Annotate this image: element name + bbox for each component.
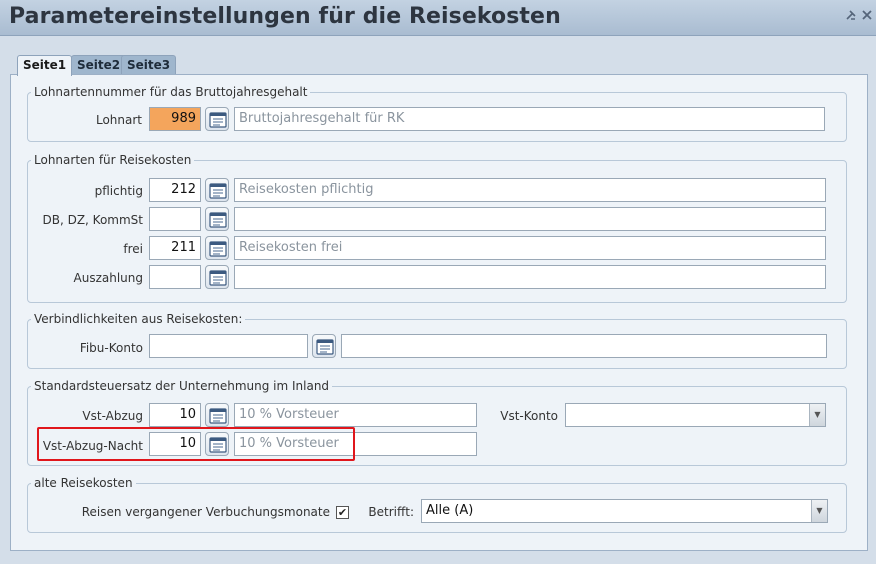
fibu-konto-description[interactable] xyxy=(341,334,827,358)
frei-input[interactable]: 211 xyxy=(149,236,201,260)
vst-abzug-input[interactable]: 10 xyxy=(149,403,201,427)
fibu-konto-label: Fibu-Konto xyxy=(79,341,143,355)
auszahlung-description[interactable] xyxy=(234,265,826,289)
alte-reisekosten-legend: alte Reisekosten xyxy=(31,476,136,490)
highlight-box xyxy=(37,427,355,461)
vergangene-monate-checkbox[interactable]: ✔ xyxy=(336,506,349,519)
reisekosten-legend: Lohnarten für Reisekosten xyxy=(31,153,195,167)
auszahlung-picker-button[interactable] xyxy=(205,265,229,289)
betrifft-label: Betrifft: xyxy=(368,505,414,519)
chevron-down-icon[interactable]: ▼ xyxy=(809,404,825,426)
verbindlichkeiten-legend: Verbindlichkeiten aus Reisekosten: xyxy=(31,312,246,326)
close-icon[interactable] xyxy=(860,8,874,24)
lohnart-input[interactable]: 989 xyxy=(149,107,201,131)
pin-icon[interactable] xyxy=(844,8,858,24)
brutto-legend: Lohnartennummer für das Bruttojahresgeha… xyxy=(31,85,311,99)
vst-abzug-label: Vst-Abzug xyxy=(82,409,143,423)
fibu-konto-picker-button[interactable] xyxy=(312,334,336,358)
vst-konto-select[interactable] xyxy=(565,403,826,427)
auszahlung-label: Auszahlung xyxy=(73,271,144,285)
db-dz-kommst-label: DB, DZ, KommSt xyxy=(42,213,143,227)
pflichtig-picker-button[interactable] xyxy=(205,178,229,202)
window-title: Parametereinstellungen für die Reisekost… xyxy=(9,4,561,29)
lohnart-label: Lohnart xyxy=(95,113,142,127)
vst-abzug-picker-button[interactable] xyxy=(205,403,229,427)
steuersatz-legend: Standardsteuersatz der Unternehmung im I… xyxy=(31,379,333,393)
vst-abzug-description[interactable]: 10 % Vorsteuer xyxy=(234,403,477,427)
checkmark-icon: ✔ xyxy=(337,506,348,519)
frei-picker-button[interactable] xyxy=(205,236,229,260)
betrifft-value: Alle (A) xyxy=(426,503,474,518)
tab-seite1[interactable]: Seite1 xyxy=(17,55,73,76)
pflichtig-description[interactable]: Reisekosten pflichtig xyxy=(234,178,826,202)
fibu-konto-input[interactable] xyxy=(149,334,308,358)
pflichtig-label: pflichtig xyxy=(94,184,143,198)
db-dz-kommst-description[interactable] xyxy=(234,207,826,231)
auszahlung-input[interactable] xyxy=(149,265,201,289)
db-dz-kommst-picker-button[interactable] xyxy=(205,207,229,231)
tab-seite3[interactable]: Seite3 xyxy=(121,55,177,75)
frei-label: frei xyxy=(123,242,143,256)
frei-description[interactable]: Reisekosten frei xyxy=(234,236,826,260)
pflichtig-input[interactable]: 212 xyxy=(149,178,201,202)
chevron-down-icon[interactable]: ▼ xyxy=(811,500,827,522)
lohnart-description[interactable]: Bruttojahresgehalt für RK xyxy=(234,107,825,131)
db-dz-kommst-input[interactable] xyxy=(149,207,201,231)
vst-konto-label: Vst-Konto xyxy=(500,409,558,423)
tab-seite2[interactable]: Seite2 xyxy=(71,55,127,75)
lohnart-picker-button[interactable] xyxy=(205,107,229,131)
betrifft-select[interactable]: Alle (A) xyxy=(421,499,828,523)
vergangene-monate-label: Reisen vergangener Verbuchungsmonate xyxy=(81,505,330,519)
